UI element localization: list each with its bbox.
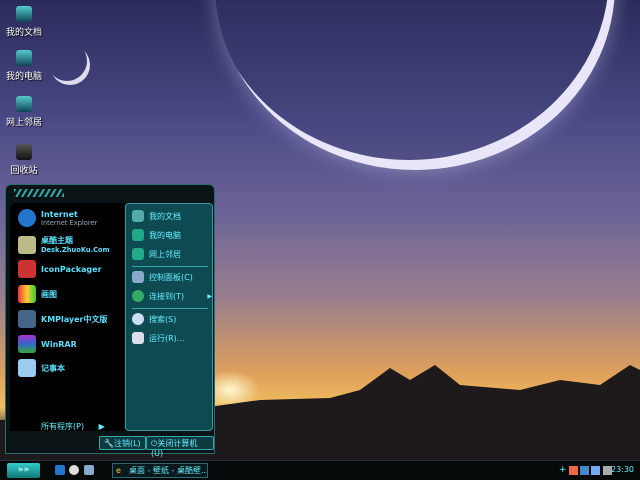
desktop-icon-network[interactable]: 网上邻居 — [4, 96, 44, 128]
media-player-icon[interactable] — [69, 465, 79, 475]
ie-quicklaunch-icon[interactable] — [55, 465, 65, 475]
taskbar-window-button[interactable]: e 桌面 - 壁纸 - 桌酷壁... — [112, 463, 208, 478]
menu-item-connect-to[interactable]: 连接到(T) ▶ — [132, 290, 212, 302]
ie-icon — [18, 209, 36, 227]
divider — [132, 308, 208, 309]
tray-app-icon[interactable] — [569, 466, 578, 475]
globe-icon — [132, 290, 144, 302]
shutdown-button[interactable]: ⏻关闭计算机(U) — [146, 436, 214, 458]
logoff-button[interactable]: 🔧注销(L) — [99, 436, 146, 450]
network-icon — [132, 248, 144, 260]
menu-item-control-panel[interactable]: 控制面板(C) — [132, 271, 193, 283]
menu-item-internet[interactable]: Internet Internet Explorer — [18, 209, 97, 227]
iconpackager-icon — [18, 260, 36, 278]
clock: 23:30 — [610, 465, 634, 474]
menu-item-network[interactable]: 网上邻居 — [132, 248, 181, 260]
menu-item-zhuoku[interactable]: 桌酷主题 Desk.ZhuoKu.Com — [18, 235, 110, 254]
show-desktop-icon[interactable] — [84, 465, 94, 475]
menu-item-search[interactable]: 搜索(S) — [132, 313, 176, 325]
desktop-icon-my-computer[interactable]: 我的电脑 — [4, 50, 44, 82]
network-icon — [16, 96, 32, 112]
menu-header-stripes — [14, 189, 64, 197]
kmplayer-icon — [18, 310, 36, 328]
moon — [50, 45, 90, 85]
desktop-icon-my-documents[interactable]: 我的文档 — [4, 6, 44, 38]
start-menu: Internet Internet Explorer 桌酷主题 Desk.ZhuoK… — [5, 184, 215, 458]
ie-icon: e — [116, 466, 121, 475]
zhuoku-icon — [18, 235, 36, 254]
network-tray-icon[interactable] — [591, 466, 600, 475]
menu-item-my-computer[interactable]: 我的电脑 — [132, 229, 181, 241]
winrar-icon — [18, 335, 36, 353]
start-button[interactable]: »» — [7, 463, 40, 478]
notepad-icon — [18, 359, 36, 377]
control-panel-icon — [132, 271, 144, 283]
start-menu-places: 我的文档 我的电脑 网上邻居 控制面板(C) 连接到(T) ▶ 搜索(S) 运行(… — [125, 203, 213, 431]
menu-item-notepad[interactable]: 记事本 — [18, 359, 65, 377]
arrow-right-icon: ▶ — [207, 292, 212, 300]
documents-icon — [16, 6, 32, 22]
menu-item-run[interactable]: 运行(R)... — [132, 332, 184, 344]
menu-item-iconpackager[interactable]: IconPackager — [18, 260, 102, 278]
menu-item-my-documents[interactable]: 我的文档 — [132, 210, 181, 222]
menu-item-paint[interactable]: 画图 — [18, 285, 57, 303]
start-menu-programs: Internet Internet Explorer 桌酷主题 Desk.ZhuoK… — [10, 203, 124, 431]
key-icon: 🔧 — [104, 439, 114, 448]
all-programs[interactable]: 所有程序(P) ▶ — [41, 421, 105, 432]
menu-item-winrar[interactable]: WinRAR — [18, 335, 77, 353]
run-icon — [132, 332, 144, 344]
planet — [215, 0, 615, 170]
computer-icon — [16, 50, 32, 66]
paint-icon — [18, 285, 36, 303]
recycle-bin-icon — [16, 144, 32, 160]
arrow-right-icon: ▶ — [98, 422, 105, 431]
divider — [132, 266, 208, 267]
plus-icon[interactable]: + — [559, 466, 568, 475]
menu-item-kmplayer[interactable]: KMPlayer中文版 — [18, 310, 108, 328]
computer-icon — [132, 229, 144, 241]
taskbar: »» e 桌面 - 壁纸 - 桌酷壁... + 23:30 — [0, 460, 640, 480]
desktop-icon-recycle-bin[interactable]: 回收站 — [4, 144, 44, 176]
documents-icon — [132, 210, 144, 222]
search-icon — [132, 313, 144, 325]
tray-calc-icon[interactable] — [580, 466, 589, 475]
